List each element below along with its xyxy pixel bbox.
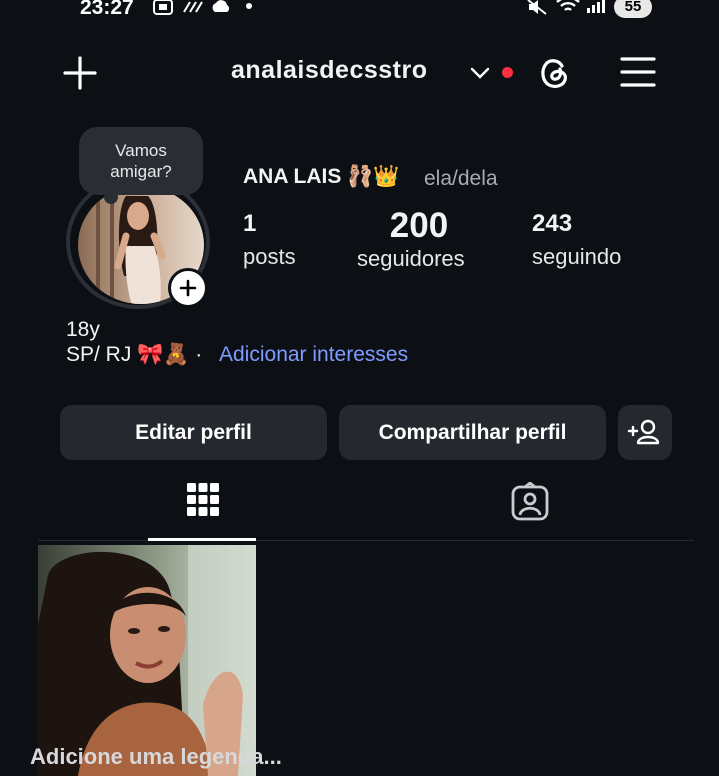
stat-posts-label: posts	[243, 244, 296, 269]
pattern-icon	[183, 1, 203, 13]
grid-icon[interactable]	[185, 481, 221, 519]
add-person-icon	[627, 419, 660, 445]
notification-dot	[502, 67, 513, 78]
dot-icon	[246, 3, 252, 9]
post-caption-hint: Adicione uma legenda...	[30, 744, 282, 769]
post-thumbnail[interactable]	[38, 545, 256, 776]
plus-icon	[179, 279, 197, 297]
stat-following-label: seguindo	[532, 244, 622, 269]
stat-followers[interactable]: 200 seguidores	[357, 206, 481, 272]
active-tab-indicator	[148, 538, 256, 541]
bio-line-2: SP/ RJ 🎀🧸 ·	[66, 343, 203, 366]
note-bubble[interactable]: Vamos amigar?	[79, 127, 203, 195]
note-text-line2: amigar?	[110, 162, 172, 181]
stat-posts-value: 1	[243, 210, 257, 237]
add-story-button[interactable]	[168, 268, 208, 308]
share-profile-button[interactable]: Compartilhar perfil	[339, 405, 606, 460]
screenshot-icon	[153, 0, 173, 15]
stat-following[interactable]: 243 seguindo	[532, 210, 621, 270]
create-plus-icon[interactable]	[62, 55, 98, 91]
tab-divider	[38, 540, 694, 541]
bio-line-1: 18y	[66, 318, 100, 341]
status-time: 23:27	[80, 0, 134, 19]
username-switcher[interactable]: analaisdecsstro	[231, 56, 428, 85]
profile-pronouns: ela/dela	[424, 167, 498, 190]
battery-indicator: 55	[614, 0, 652, 18]
threads-icon[interactable]	[535, 53, 575, 93]
stat-following-value: 243	[532, 210, 573, 237]
wifi-icon	[556, 0, 580, 11]
edit-profile-button[interactable]: Editar perfil	[60, 405, 327, 460]
profile-name: ANA LAIS 🩰👑	[243, 165, 400, 188]
tagged-icon[interactable]	[510, 482, 550, 522]
add-interests-link[interactable]: Adicionar interesses	[219, 343, 408, 367]
stat-followers-value: 200	[389, 206, 449, 245]
discover-people-button[interactable]	[618, 405, 672, 460]
chevron-down-icon[interactable]	[470, 66, 490, 80]
signal-icon	[587, 0, 605, 13]
note-text-line1: Vamos	[115, 141, 167, 160]
cloud-icon	[212, 0, 230, 12]
stat-posts[interactable]: 1 posts	[243, 210, 296, 270]
mute-icon	[527, 0, 547, 15]
menu-icon[interactable]	[620, 54, 656, 90]
stat-followers-label: seguidores	[357, 246, 465, 271]
